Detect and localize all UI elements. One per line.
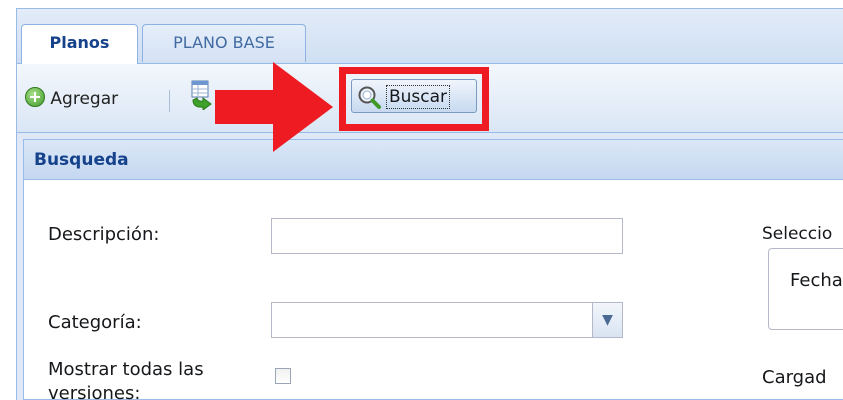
descripcion-label: Descripción: [48, 224, 160, 245]
buscar-highlight-box [339, 67, 489, 131]
cargad-label: Cargad [762, 367, 827, 388]
import-icon [191, 80, 212, 110]
fecha-label: Fecha [790, 270, 843, 291]
mostrar-label-line2: versiones: [48, 383, 141, 400]
mostrar-versiones-checkbox[interactable] [275, 368, 291, 384]
mostrar-versiones-label: Mostrar todas las versiones: [48, 358, 204, 400]
tab-planos[interactable]: Planos [21, 24, 138, 64]
seleccion-label: Seleccio [762, 224, 833, 244]
agregar-label: Agregar [50, 89, 119, 109]
app-window: Planos PLANO BASE Agregar r [16, 8, 843, 400]
categoria-label: Categoría: [48, 312, 142, 333]
agregar-button[interactable]: Agregar [25, 86, 118, 112]
categoria-select[interactable]: ▼ [271, 302, 623, 338]
tab-strip: Planos PLANO BASE [17, 9, 843, 64]
busqueda-panel: Busqueda Descripción: Categoría: ▼ Mostr… [23, 139, 843, 400]
chevron-down-icon[interactable]: ▼ [592, 303, 622, 337]
tab-plano-base[interactable]: PLANO BASE [142, 24, 306, 62]
mostrar-label-line1: Mostrar todas las [48, 359, 204, 380]
panel-title: Busqueda [24, 140, 843, 180]
toolbar-separator [169, 90, 170, 112]
add-icon [25, 87, 45, 107]
descripcion-input[interactable] [271, 218, 623, 254]
red-arrow-icon [215, 62, 333, 152]
